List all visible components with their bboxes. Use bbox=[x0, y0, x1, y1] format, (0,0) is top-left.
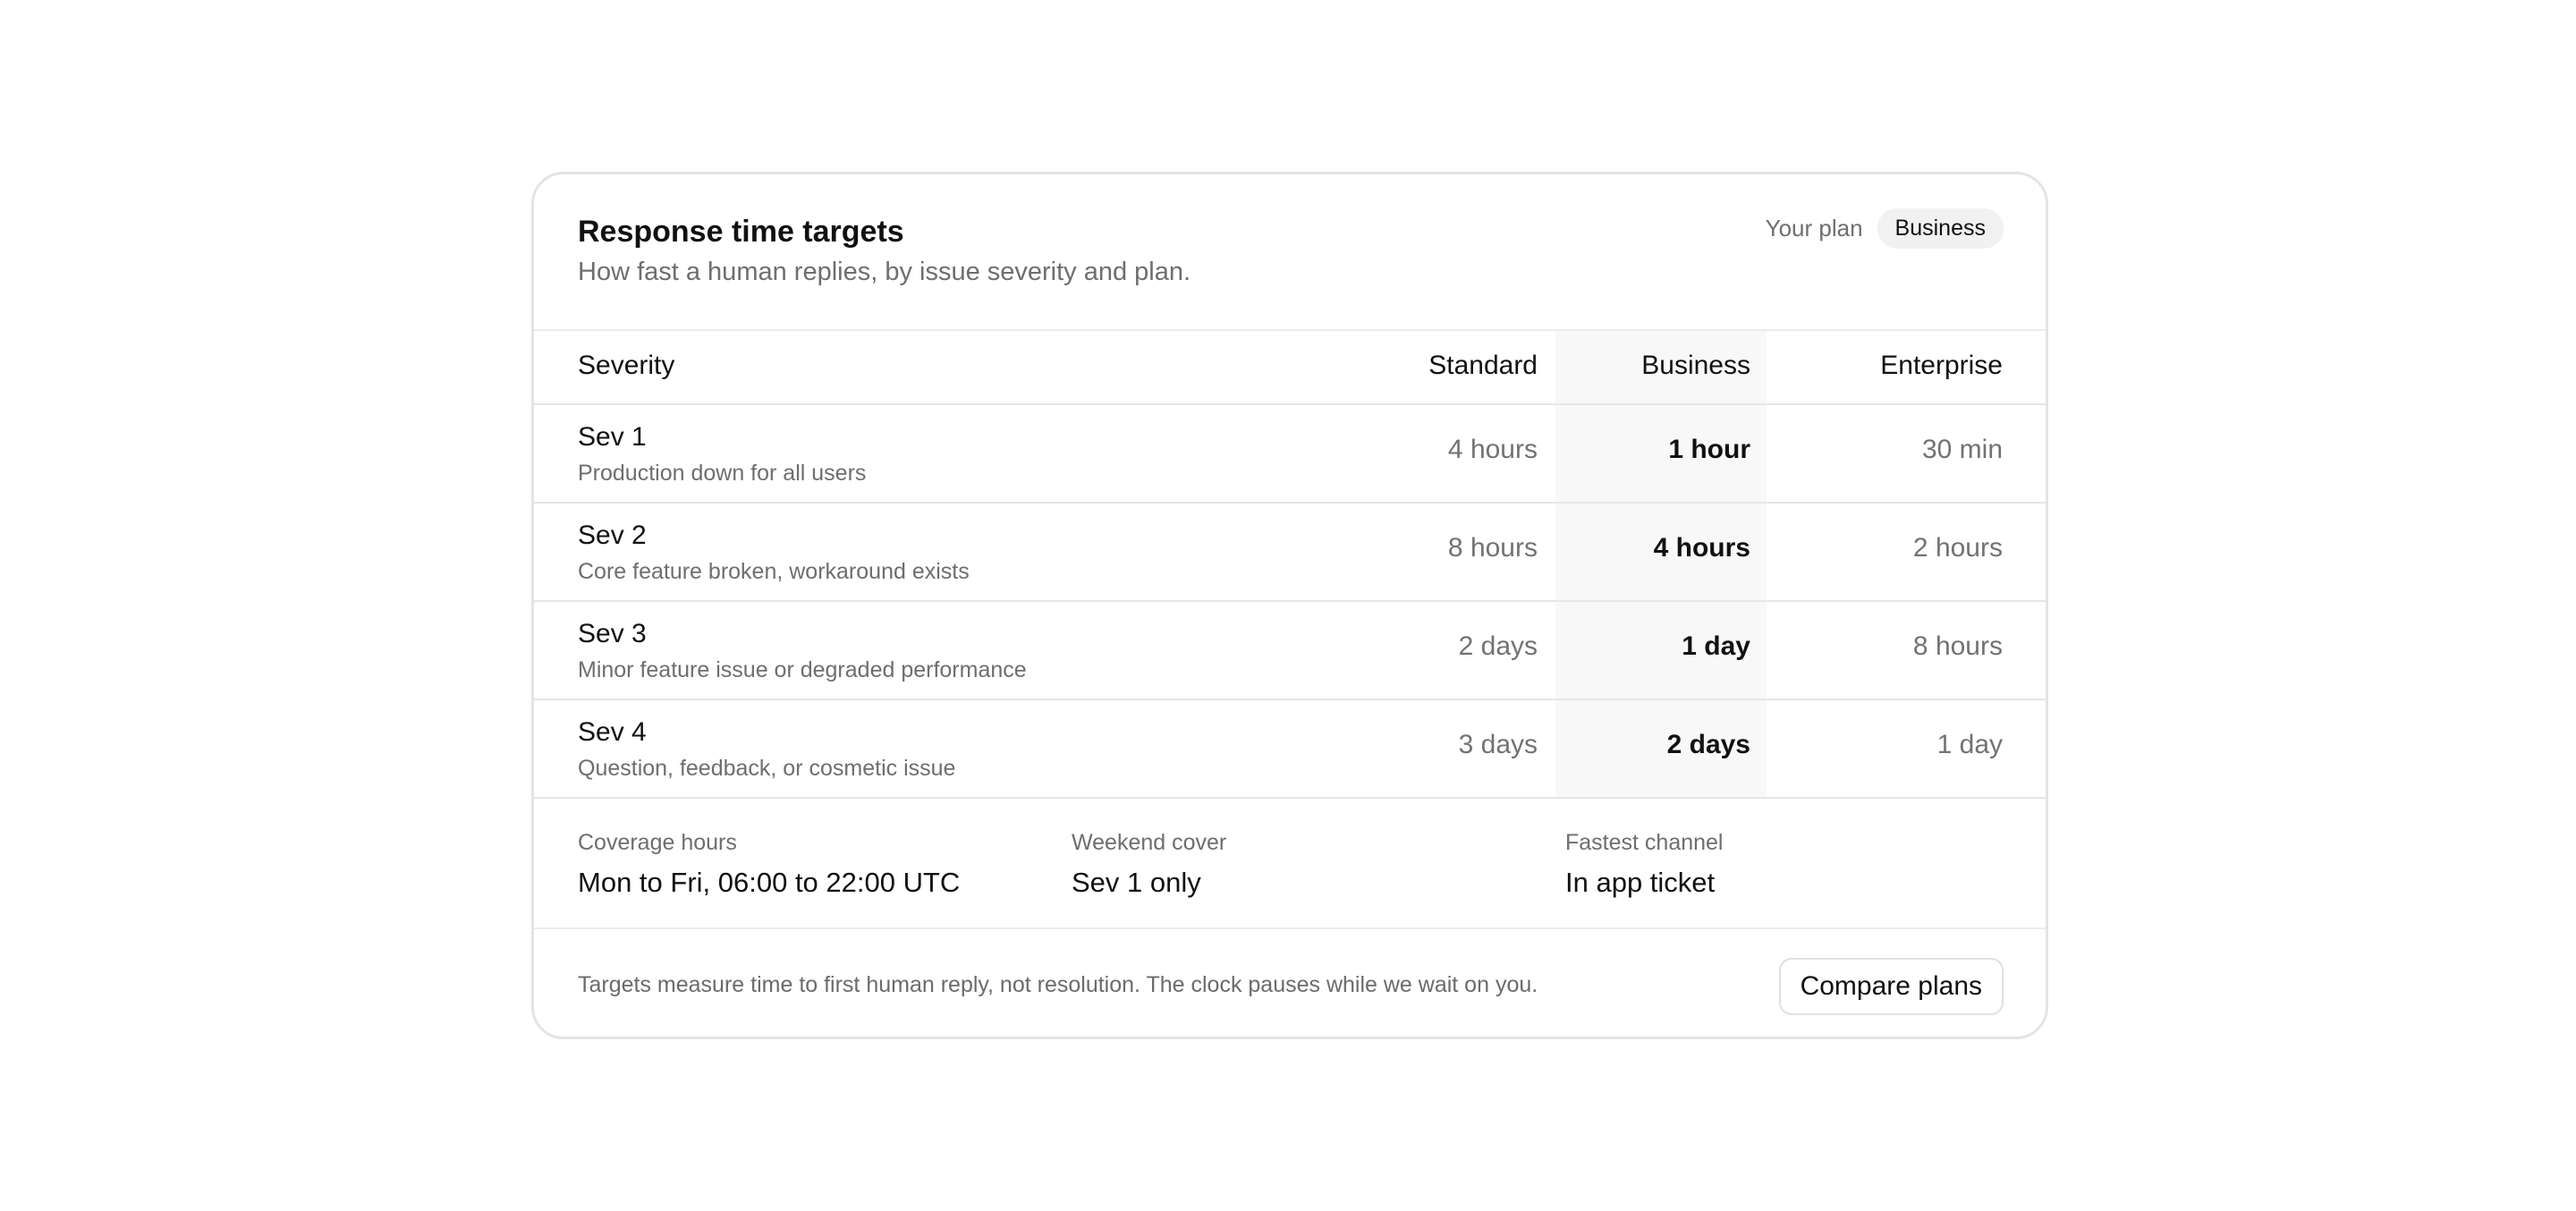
business-target: 1 day bbox=[1682, 631, 1750, 661]
standard-target: 8 hours bbox=[1447, 533, 1538, 563]
business-target: 2 days bbox=[1666, 730, 1750, 759]
table-row: Sev 1 Production down for all users 4 ho… bbox=[534, 405, 2046, 504]
business-target: 1 hour bbox=[1668, 435, 1750, 464]
severity-name: Sev 2 bbox=[578, 521, 647, 550]
severity-description: Production down for all users bbox=[578, 461, 867, 486]
card-footer: Targets measure time to first human repl… bbox=[534, 929, 2046, 1037]
standard-target: 4 hours bbox=[1447, 435, 1538, 464]
column-header-enterprise: Enterprise bbox=[1880, 351, 2003, 380]
meta-label: Weekend cover bbox=[1072, 830, 1227, 855]
weekend-cover: Weekend cover Sev 1 only bbox=[1072, 830, 1226, 899]
enterprise-target: 1 day bbox=[1936, 730, 2003, 759]
table-row: Sev 4 Question, feedback, or cosmetic is… bbox=[534, 700, 2046, 799]
meta-value: Sev 1 only bbox=[1072, 867, 1201, 898]
response-table: Severity Standard Business Enterprise Se… bbox=[534, 331, 2046, 801]
column-header-severity: Severity bbox=[578, 351, 675, 380]
severity-description: Core feature broken, workaround exists bbox=[578, 559, 970, 584]
severity-name: Sev 1 bbox=[578, 422, 647, 452]
business-target: 4 hours bbox=[1653, 533, 1750, 563]
coverage-details: Coverage hours Mon to Fri, 06:00 to 22:0… bbox=[534, 801, 2046, 929]
standard-target: 3 days bbox=[1458, 730, 1538, 759]
severity-description: Minor feature issue or degraded performa… bbox=[578, 657, 1027, 682]
card-header: Response time targets How fast a human r… bbox=[534, 174, 2046, 331]
fastest-channel: Fastest channel In app ticket bbox=[1565, 830, 1724, 899]
meta-label: Coverage hours bbox=[578, 830, 737, 855]
table-row: Sev 2 Core feature broken, workaround ex… bbox=[534, 504, 2046, 602]
column-header-business: Business bbox=[1641, 351, 1750, 380]
table-row: Sev 3 Minor feature issue or degraded pe… bbox=[534, 602, 2046, 700]
meta-value: In app ticket bbox=[1565, 867, 1716, 898]
table-header-row: Severity Standard Business Enterprise bbox=[534, 331, 2046, 405]
severity-name: Sev 4 bbox=[578, 717, 647, 747]
enterprise-target: 2 hours bbox=[1912, 533, 2003, 563]
footer-note: Targets measure time to first human repl… bbox=[578, 972, 1538, 997]
response-time-card: Response time targets How fast a human r… bbox=[531, 172, 2048, 1039]
enterprise-target: 30 min bbox=[1921, 435, 2003, 464]
enterprise-target: 8 hours bbox=[1912, 631, 2003, 661]
card-subtitle: How fast a human replies, by issue sever… bbox=[578, 258, 1191, 286]
card-title: Response time targets bbox=[578, 215, 904, 249]
severity-description: Question, feedback, or cosmetic issue bbox=[578, 756, 956, 781]
meta-value: Mon to Fri, 06:00 to 22:00 UTC bbox=[578, 867, 961, 898]
compare-plans-button[interactable]: Compare plans bbox=[1778, 958, 2004, 1015]
meta-label: Fastest channel bbox=[1565, 830, 1724, 855]
current-plan: Your plan Business bbox=[1766, 208, 2004, 249]
severity-name: Sev 3 bbox=[578, 619, 647, 648]
coverage-hours: Coverage hours Mon to Fri, 06:00 to 22:0… bbox=[578, 830, 960, 899]
plan-label: Your plan bbox=[1765, 215, 1863, 241]
column-header-standard: Standard bbox=[1428, 351, 1538, 380]
standard-target: 2 days bbox=[1458, 631, 1538, 661]
plan-badge: Business bbox=[1877, 208, 2004, 249]
